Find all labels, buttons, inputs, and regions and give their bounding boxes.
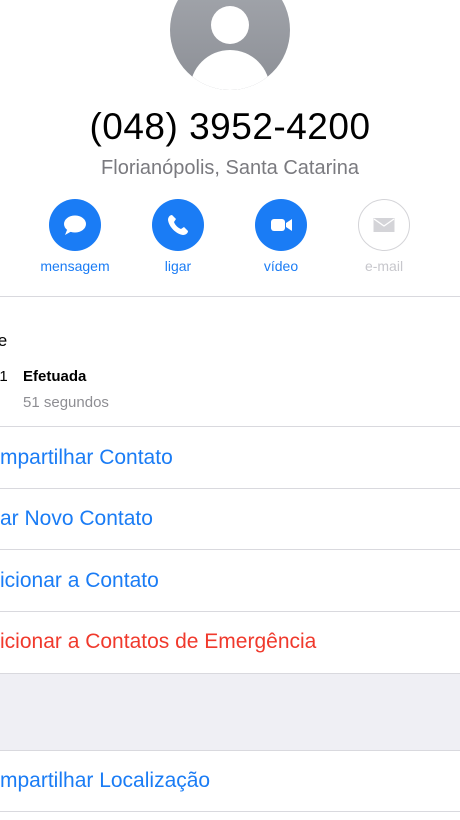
add-emergency-contact-label: icionar a Contatos de Emergência: [0, 630, 317, 653]
share-contact-label: mpartilhar Contato: [0, 446, 173, 469]
video-action-label: vídeo: [263, 258, 299, 274]
share-location-label: mpartilhar Localização: [0, 769, 211, 792]
separator-line: [0, 549, 460, 550]
share-location-row[interactable]: mpartilhar Localização: [0, 751, 460, 811]
separator-line: [0, 296, 460, 297]
email-action-label: e-mail: [364, 258, 404, 274]
share-contact-row[interactable]: mpartilhar Contato: [0, 428, 460, 488]
avatar-body-silhouette: [190, 50, 270, 90]
group-spacer: [0, 674, 460, 750]
avatar-head-silhouette: [211, 6, 249, 44]
mail-envelope-icon: [358, 199, 410, 251]
call-history-status: Efetuada: [23, 368, 87, 385]
add-emergency-contact-row[interactable]: icionar a Contatos de Emergência: [0, 612, 460, 672]
call-history-time: 41: [0, 368, 8, 385]
call-action-button[interactable]: ligar: [133, 199, 223, 274]
message-action-button[interactable]: mensagem: [30, 199, 120, 274]
add-to-contact-row[interactable]: icionar a Contato: [0, 551, 460, 611]
contact-avatar: [170, 0, 290, 90]
phone-icon: [152, 199, 204, 251]
video-camera-icon: [255, 199, 307, 251]
email-action-button[interactable]: e-mail: [339, 199, 429, 274]
video-action-button[interactable]: vídeo: [236, 199, 326, 274]
call-history-duration: 51 segundos: [23, 394, 109, 411]
contact-location: Florianópolis, Santa Catarina: [101, 157, 359, 179]
call-action-label: ligar: [164, 258, 192, 274]
create-new-contact-row[interactable]: ar Novo Contato: [0, 489, 460, 549]
quick-actions-bar: mensagem ligar vídeo e-mail: [0, 199, 460, 279]
contact-phone-number: (048) 3952-4200: [89, 106, 371, 147]
separator-line: [0, 811, 460, 812]
call-history-title: ie: [0, 331, 8, 350]
add-to-contact-label: icionar a Contato: [0, 569, 159, 592]
message-bubble-icon: [49, 199, 101, 251]
create-new-contact-label: ar Novo Contato: [0, 507, 153, 530]
message-action-label: mensagem: [40, 258, 110, 274]
separator-line: [0, 426, 460, 427]
